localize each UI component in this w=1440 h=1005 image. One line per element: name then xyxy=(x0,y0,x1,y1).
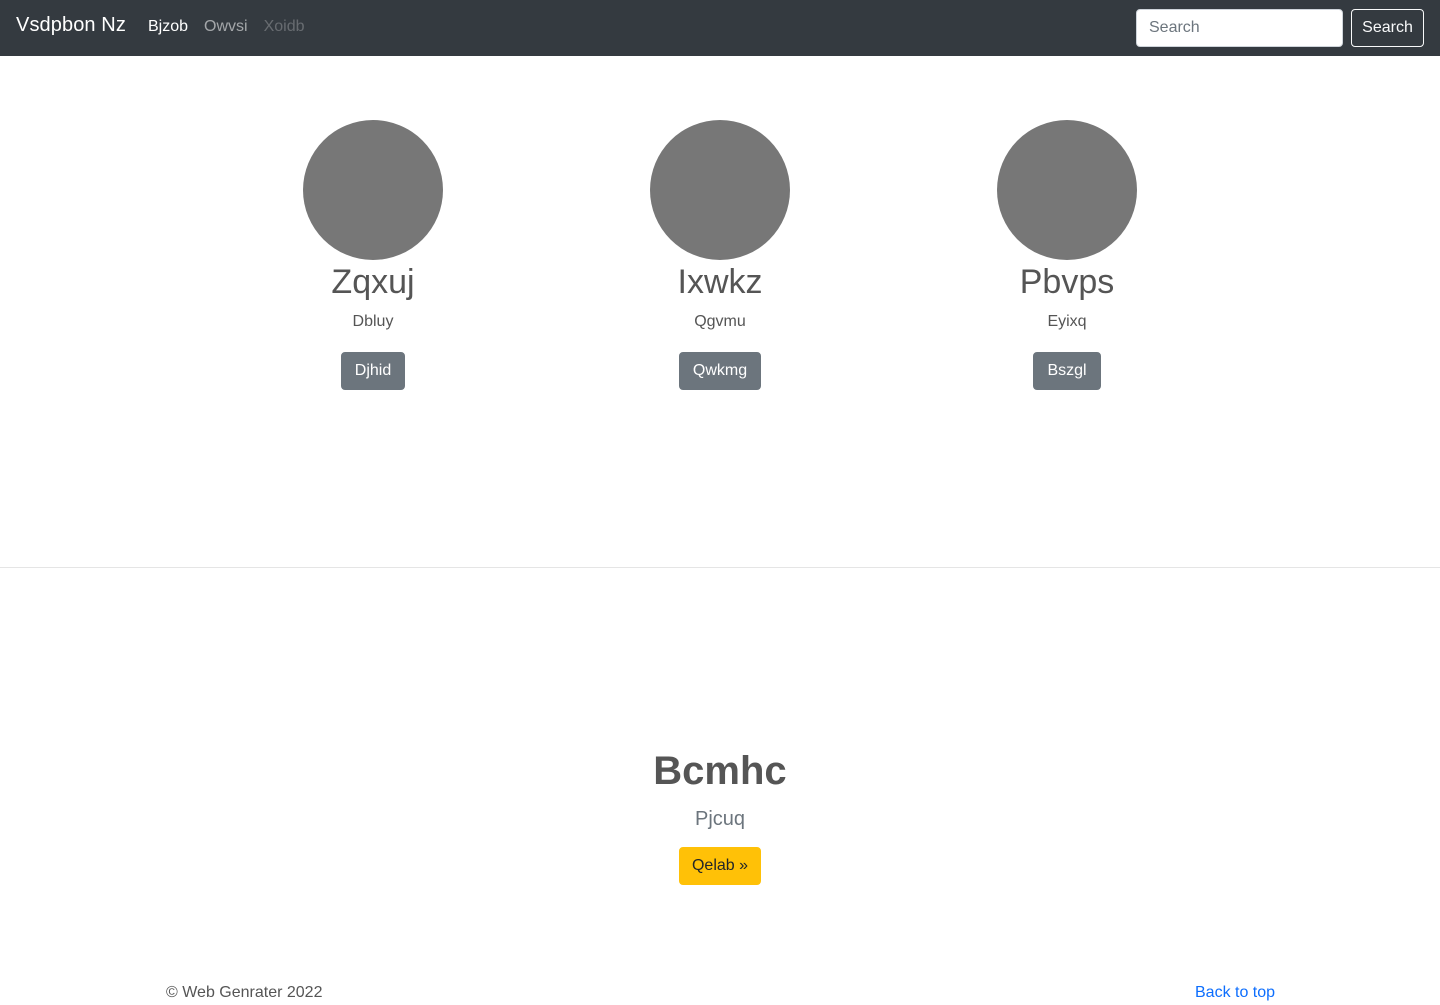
nav-link-owvsi[interactable]: Owvsi xyxy=(204,18,248,36)
hero-subtitle: Pjcuq xyxy=(694,808,746,830)
hero-title: Bcmhc xyxy=(653,749,787,793)
card-title: Pbvps xyxy=(1019,263,1115,301)
hero-section: Bcmhc Pjcuq Qelab » xyxy=(0,745,1440,885)
hero-cta-button[interactable]: Qelab » xyxy=(678,847,762,885)
nav-link-xoidb-disabled: Xoidb xyxy=(263,18,305,35)
card-text: Dbluy xyxy=(352,313,394,330)
card-text: Qgvmu xyxy=(694,313,746,330)
nav-links: Bjzob Owvsi Xoidb xyxy=(148,18,321,36)
card-button[interactable]: Qwkmg xyxy=(678,352,762,390)
footer-copyright: © Web Genrater 2022 xyxy=(166,984,323,1001)
avatar-placeholder xyxy=(650,120,790,260)
nav-link-bjzob[interactable]: Bjzob xyxy=(148,18,188,36)
search-input[interactable] xyxy=(1136,9,1343,47)
card-title: Zqxuj xyxy=(331,263,415,301)
feature-card-1: Zqxuj Dbluy Djhid xyxy=(223,120,523,390)
card-title: Ixwkz xyxy=(677,263,763,301)
search-button[interactable]: Search xyxy=(1351,9,1424,47)
card-button[interactable]: Bszgl xyxy=(1033,352,1101,390)
card-text: Eyixq xyxy=(1047,313,1087,330)
feature-card-2: Ixwkz Qgvmu Qwkmg xyxy=(570,120,870,390)
section-divider xyxy=(0,567,1440,568)
top-navbar: Vsdpbon Nz Bjzob Owvsi Xoidb Search xyxy=(0,0,1440,56)
avatar-placeholder xyxy=(303,120,443,260)
feature-card-3: Pbvps Eyixq Bszgl xyxy=(917,120,1217,390)
card-button[interactable]: Djhid xyxy=(340,352,406,390)
back-to-top-link[interactable]: Back to top xyxy=(1195,984,1275,1002)
brand-link[interactable]: Vsdpbon Nz xyxy=(16,14,126,37)
avatar-placeholder xyxy=(997,120,1137,260)
